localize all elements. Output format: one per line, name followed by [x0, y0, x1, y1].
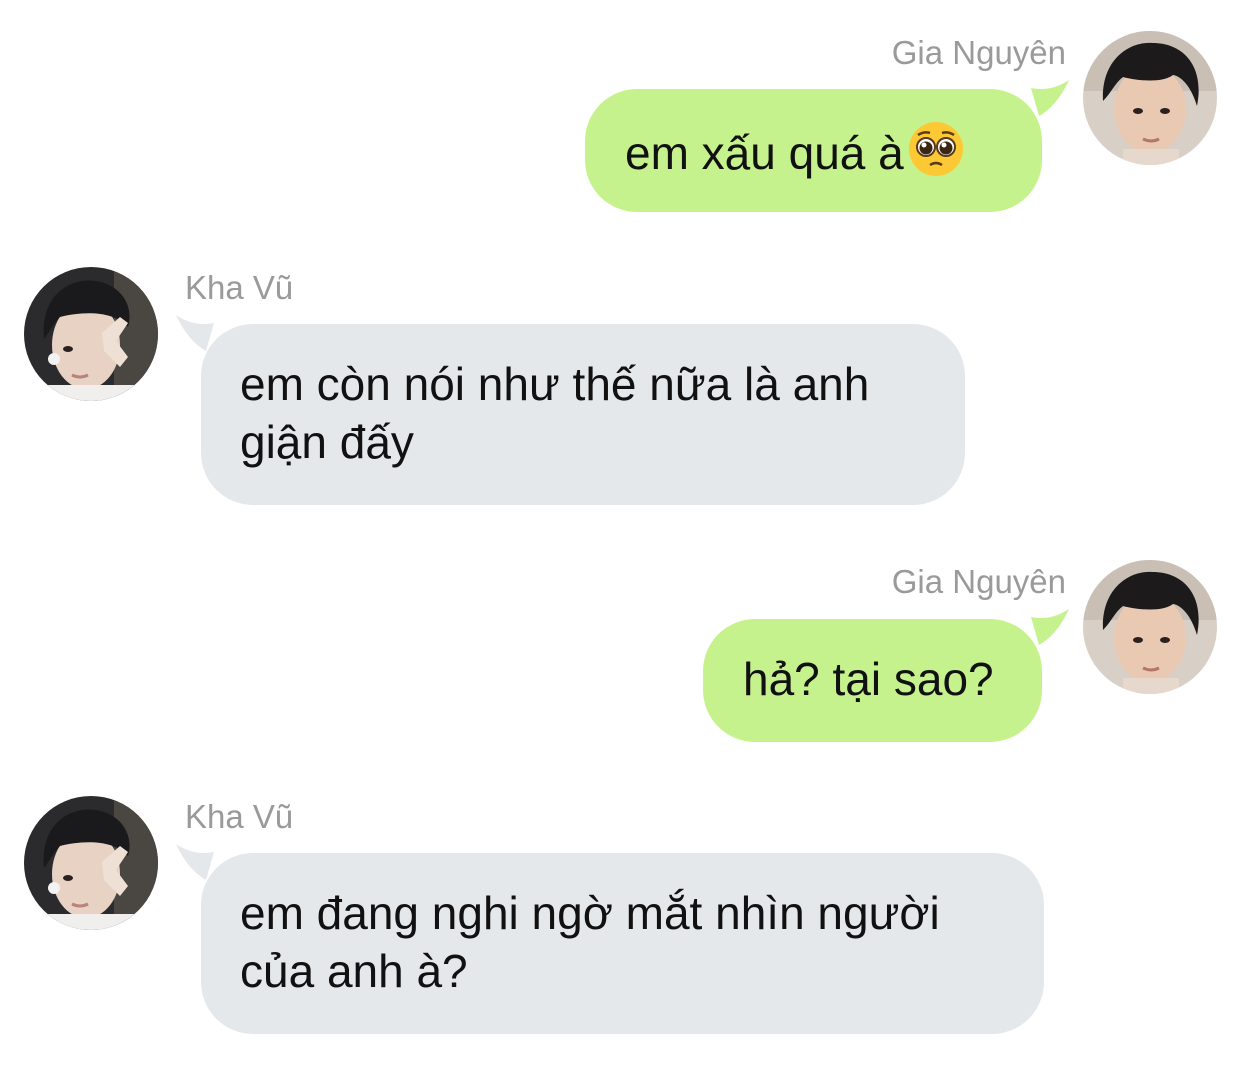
avatar[interactable] [24, 796, 158, 930]
message-text-line: em còn nói như thế nữa là anh [240, 358, 870, 410]
pleading-face-icon [908, 121, 964, 177]
avatar-photo-kha-vu [24, 267, 158, 401]
sender-name: Kha Vũ [185, 269, 294, 306]
message-text: hả? tại sao? [743, 653, 994, 705]
message-text-line: giận đấy [240, 416, 414, 468]
message-bubble-outgoing[interactable]: em xấu quá à [585, 89, 1042, 212]
message-bubble-outgoing[interactable]: hả? tại sao? [703, 619, 1042, 742]
avatar-photo-kha-vu [24, 796, 158, 930]
message-text: em xấu quá à [625, 127, 904, 179]
avatar-photo-gia-nguyen [1083, 31, 1217, 165]
message-bubble-incoming[interactable]: em còn nói như thế nữa là anh giận đấy [201, 324, 965, 505]
message-bubble-incoming[interactable]: em đang nghi ngờ mắt nhìn người của anh … [201, 853, 1044, 1034]
avatar-photo-gia-nguyen [1083, 560, 1217, 694]
bubble-tail [1031, 609, 1071, 649]
avatar[interactable] [24, 267, 158, 401]
avatar[interactable] [1083, 560, 1217, 694]
sender-name: Kha Vũ [185, 798, 294, 835]
sender-name: Gia Nguyên [891, 563, 1066, 600]
sender-name: Gia Nguyên [891, 34, 1066, 71]
bubble-tail [1031, 80, 1071, 120]
avatar[interactable] [1083, 31, 1217, 165]
message-text-line: của anh à? [240, 945, 468, 997]
message-text-line: em đang nghi ngờ mắt nhìn người [240, 887, 940, 939]
